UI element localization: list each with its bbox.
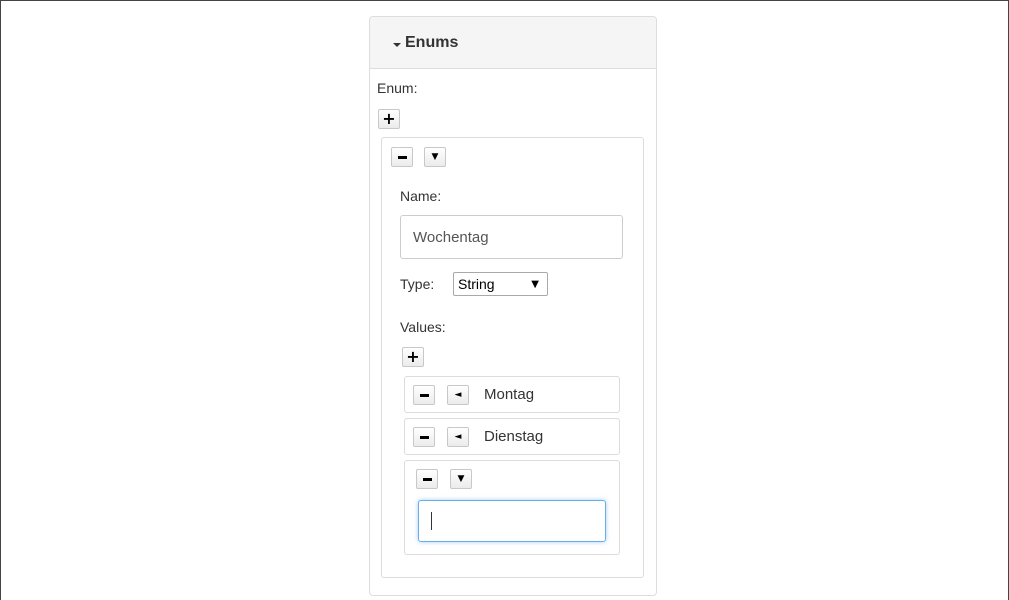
caret-down-icon — [393, 42, 401, 47]
enum-label: Enum: — [377, 80, 418, 96]
collapse-value-button[interactable]: ▼ — [450, 469, 472, 489]
minus-icon — [419, 435, 429, 439]
plus-icon: + — [382, 109, 396, 128]
select-arrow-icon: ▼ — [531, 278, 539, 290]
name-input[interactable]: Wochentag — [400, 215, 623, 259]
type-select-value: String — [458, 276, 495, 292]
panel-heading[interactable]: Enums — [370, 17, 656, 69]
value-text: Montag — [484, 386, 535, 403]
minus-icon — [419, 393, 429, 397]
triangle-down-icon: ▼ — [457, 473, 465, 484]
plus-icon: + — [406, 347, 420, 366]
panel-title: Enums — [405, 33, 459, 51]
collapse-enum-button[interactable]: ▼ — [424, 147, 446, 167]
remove-value-button[interactable] — [416, 469, 438, 489]
name-label: Name: — [400, 188, 442, 204]
value-text: Dienstag — [484, 428, 544, 445]
remove-enum-button[interactable] — [391, 147, 413, 167]
minus-icon — [397, 155, 407, 159]
values-label: Values: — [400, 319, 446, 335]
expand-value-button[interactable]: ◄ — [447, 385, 469, 405]
triangle-left-icon: ◄ — [454, 431, 462, 442]
value-input[interactable] — [418, 500, 606, 542]
add-enum-button[interactable]: + — [378, 109, 400, 129]
name-input-value: Wochentag — [413, 228, 489, 246]
triangle-left-icon: ◄ — [454, 389, 462, 400]
minus-icon — [422, 477, 432, 481]
remove-value-button[interactable] — [413, 427, 435, 447]
add-value-button[interactable]: + — [402, 347, 424, 367]
text-cursor — [431, 512, 432, 530]
expand-value-button[interactable]: ◄ — [447, 427, 469, 447]
type-select[interactable]: String ▼ — [453, 272, 548, 296]
type-label: Type: — [400, 276, 435, 292]
triangle-down-icon: ▼ — [431, 151, 439, 162]
remove-value-button[interactable] — [413, 385, 435, 405]
